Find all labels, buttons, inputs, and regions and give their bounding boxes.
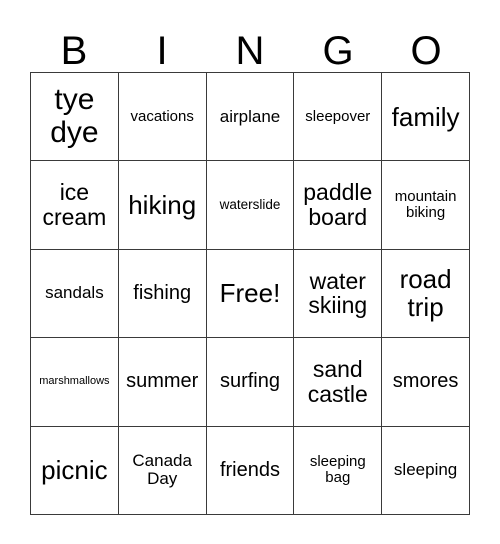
bingo-header-letter-i: I	[156, 29, 168, 73]
bingo-cell-label: Free!	[219, 278, 281, 309]
bingo-cell[interactable]: smores	[382, 338, 470, 427]
bingo-cell-label: sleeping bag	[309, 453, 366, 487]
bingo-card: B I N G O tye dye vacations airplane sleepover f…	[0, 0, 500, 544]
bingo-header-letter-g: G	[322, 29, 354, 73]
bingo-cell-label: fishing	[133, 281, 192, 304]
bingo-cell[interactable]: mountain biking	[382, 161, 470, 250]
bingo-cell-label: sand castle	[307, 356, 368, 407]
bingo-cell[interactable]: summer	[118, 338, 207, 427]
bingo-cell[interactable]: airplane	[206, 73, 295, 162]
bingo-cell[interactable]: sleepover	[294, 73, 383, 162]
bingo-cell-label: road trip	[399, 264, 452, 323]
bingo-cell[interactable]: waterslide	[206, 161, 295, 250]
bingo-cell-label: sleeping	[393, 460, 458, 480]
bingo-cell-label: ice cream	[42, 179, 107, 231]
bingo-cell-label: picnic	[41, 455, 108, 486]
bingo-cell-label: summer	[126, 370, 199, 393]
bingo-cell-label: paddle board	[303, 179, 373, 231]
bingo-cell[interactable]: fishing	[118, 249, 207, 339]
bingo-cell[interactable]: paddle board	[294, 161, 383, 250]
bingo-cell[interactable]: friends	[206, 426, 295, 515]
bingo-cell[interactable]: sleeping	[382, 426, 470, 515]
bingo-grid: tye dye vacations airplane sleepover family i…	[30, 72, 470, 515]
bingo-cell-label: vacations	[130, 107, 194, 125]
bingo-header-letter-o: O	[410, 29, 442, 73]
bingo-cell[interactable]: surfing	[206, 338, 295, 427]
bingo-cell[interactable]: marshmallows	[31, 338, 119, 427]
bingo-cell[interactable]: road trip	[382, 249, 470, 339]
bingo-header-row: BINGO	[30, 22, 470, 72]
bingo-cell-label: sleepover	[305, 107, 371, 125]
bingo-cell[interactable]: water skiing	[294, 249, 383, 339]
bingo-cell-label: hiking	[128, 190, 197, 221]
bingo-cell-label: surfing	[219, 370, 280, 393]
bingo-cell-label: tye dye	[50, 83, 99, 149]
bingo-cell-label: mountain biking	[394, 187, 457, 222]
bingo-cell-free[interactable]: Free!	[206, 249, 295, 339]
bingo-cell-label: waterslide	[219, 196, 281, 212]
bingo-cell-label: water skiing	[308, 267, 368, 319]
bingo-cell-label: marshmallows	[39, 374, 110, 387]
bingo-cell[interactable]: picnic	[31, 426, 119, 515]
bingo-header-letter-b: B	[60, 29, 88, 73]
bingo-cell[interactable]: family	[382, 73, 470, 162]
bingo-cell-label: sandals	[45, 283, 104, 303]
bingo-cell-label: airplane	[219, 106, 281, 126]
bingo-cell[interactable]: ice cream	[31, 161, 119, 250]
bingo-cell[interactable]: sandals	[31, 249, 119, 339]
bingo-cell[interactable]: sand castle	[294, 338, 383, 427]
bingo-cell-label: smores	[392, 370, 459, 393]
bingo-cell-label: family	[391, 101, 460, 132]
bingo-cell[interactable]: vacations	[118, 73, 207, 162]
bingo-cell-label: friends	[219, 458, 280, 481]
bingo-cell[interactable]: hiking	[118, 161, 207, 250]
bingo-header-letter-n: N	[235, 29, 265, 73]
bingo-cell[interactable]: Canada Day	[118, 426, 207, 515]
bingo-cell[interactable]: tye dye	[31, 73, 119, 162]
bingo-cell[interactable]: sleeping bag	[294, 426, 383, 515]
bingo-cell-label: Canada Day	[132, 450, 192, 489]
